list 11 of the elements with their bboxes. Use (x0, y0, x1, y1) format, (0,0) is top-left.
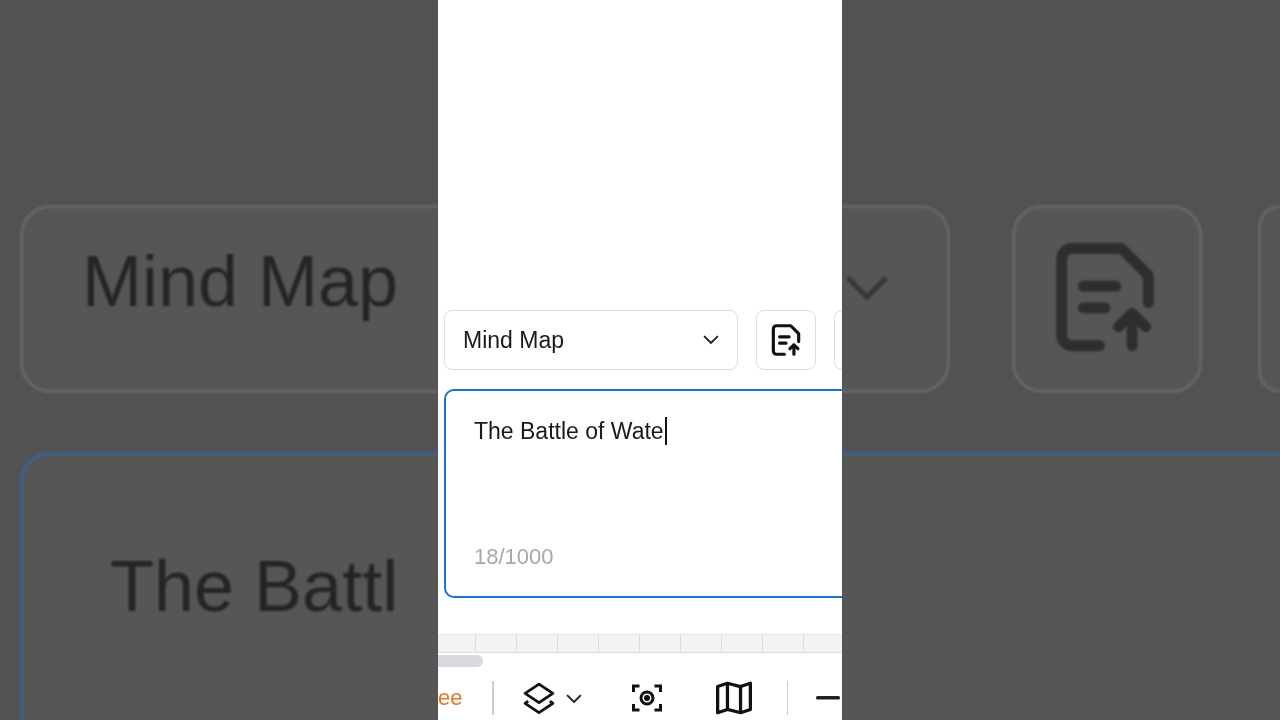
chevron-down-icon (845, 275, 889, 303)
scrollbar-thumb[interactable] (438, 655, 483, 668)
chevron-down-icon (565, 693, 582, 704)
character-counter: 18/1000 (474, 543, 555, 570)
mode-select[interactable]: Mind Map (444, 310, 738, 370)
upload-file-button[interactable] (756, 310, 816, 370)
zoom-out-icon[interactable] (816, 696, 840, 701)
topic-input-field[interactable]: The Battle of Wate 18/1000 (444, 389, 842, 598)
map-icon[interactable] (713, 680, 754, 717)
chevron-down-icon (703, 335, 719, 345)
text-cursor (664, 417, 667, 445)
